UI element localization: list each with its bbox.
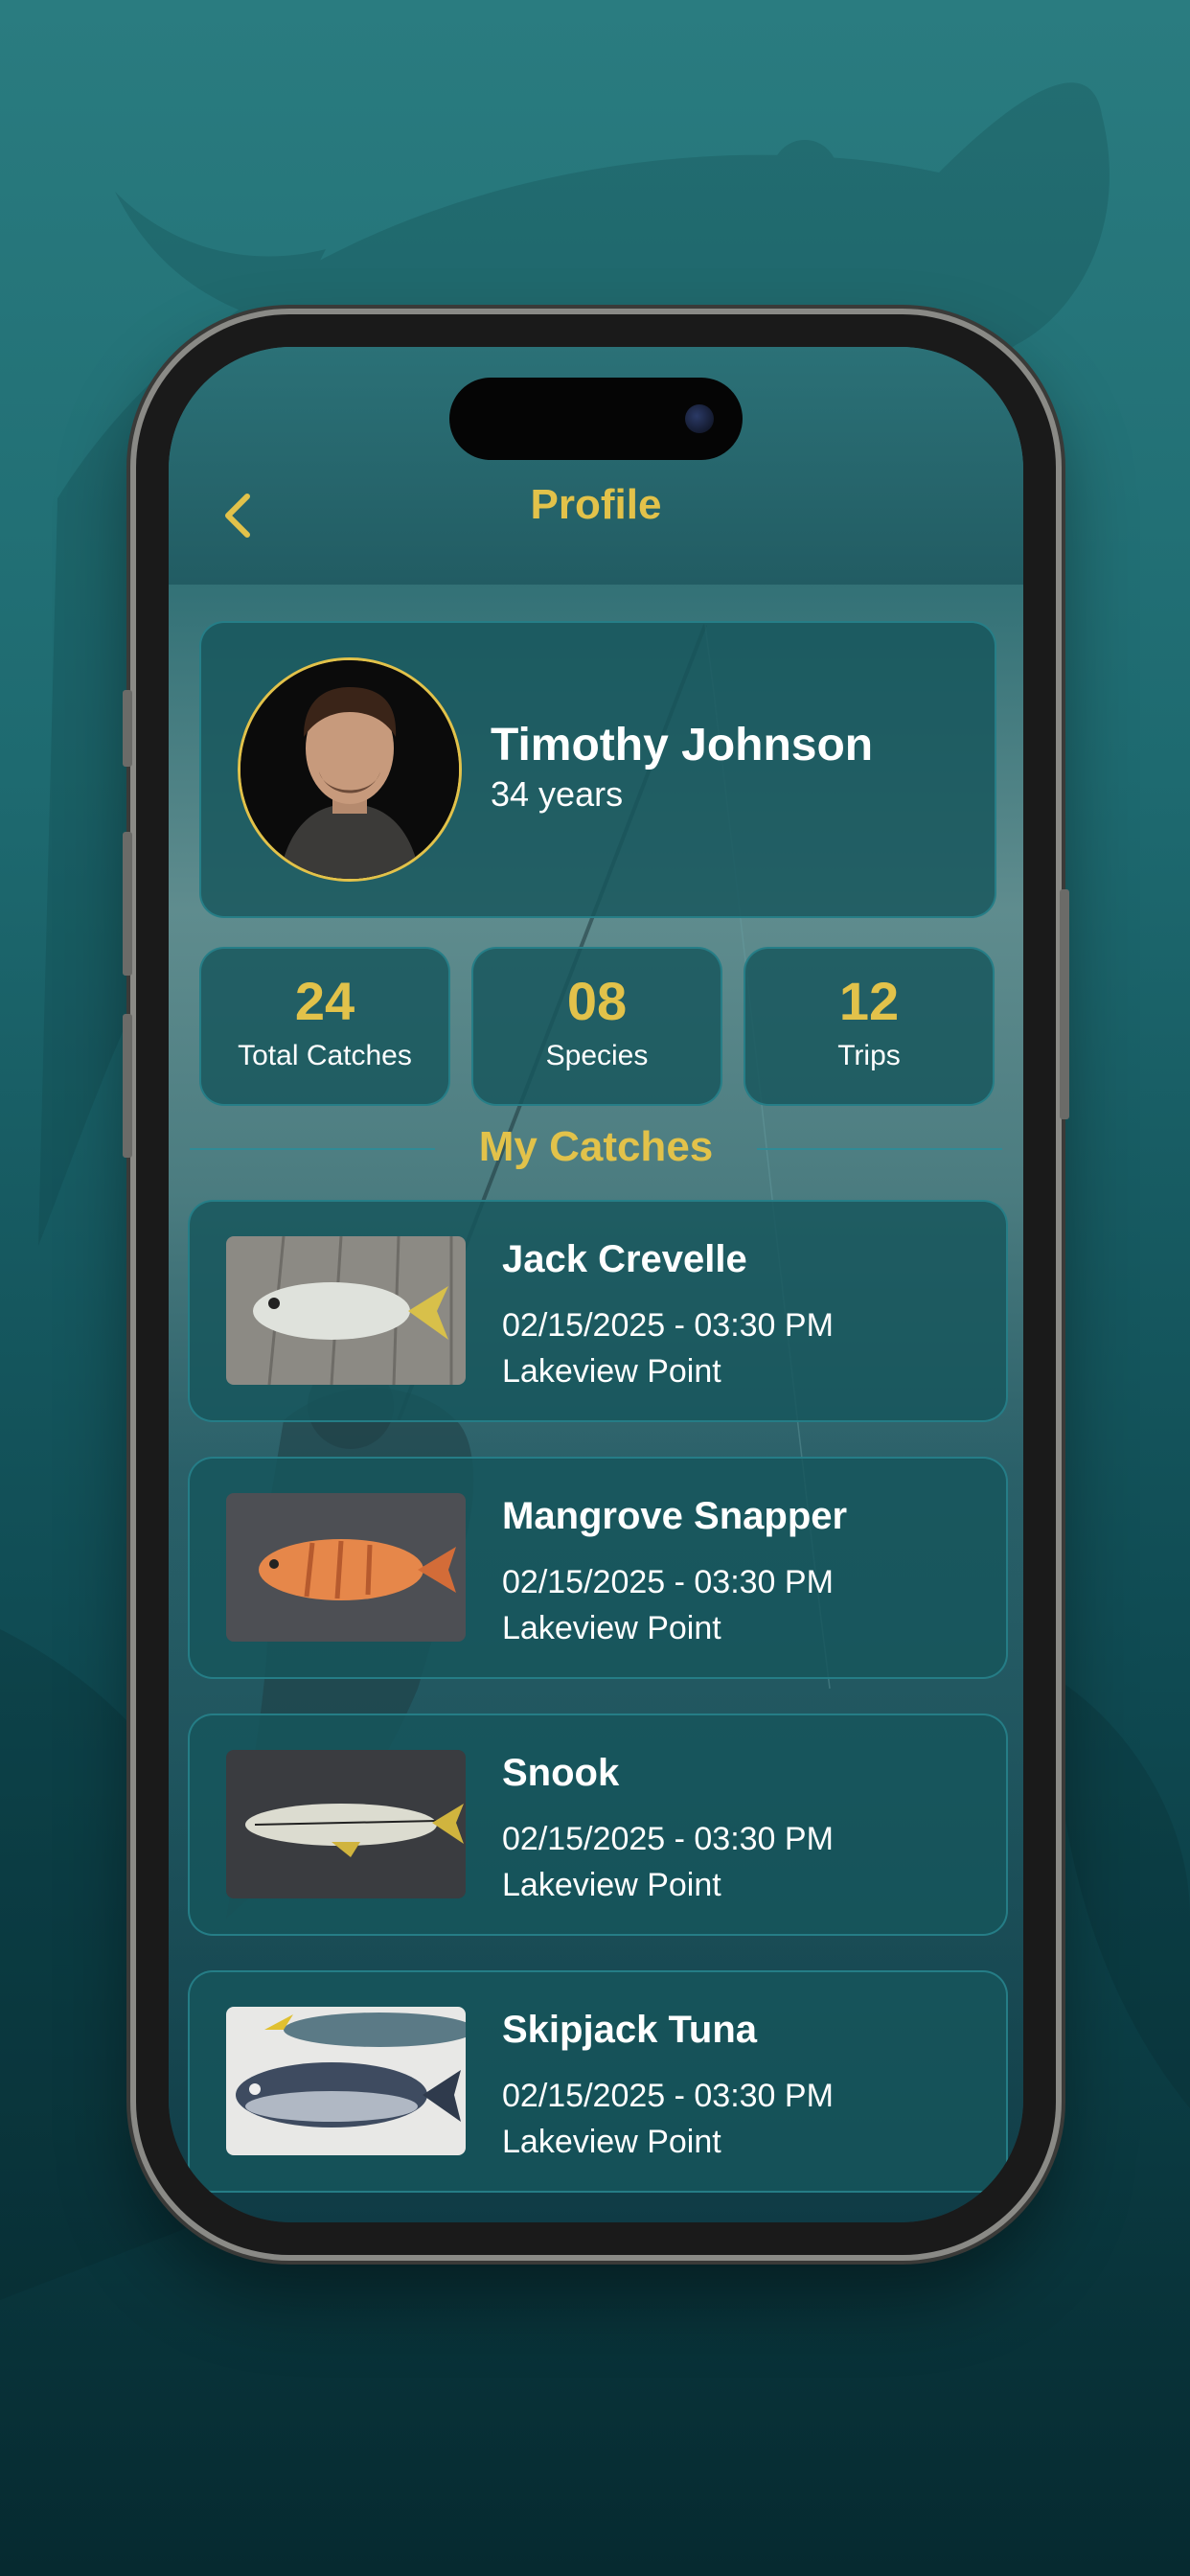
dynamic-island bbox=[449, 378, 743, 460]
stat-trips[interactable]: 12 Trips bbox=[744, 947, 995, 1106]
catch-card[interactable]: Skipjack Tuna 02/15/2025 - 03:30 PM Lake… bbox=[188, 1970, 1008, 2193]
catch-datetime: 02/15/2025 - 03:30 PM bbox=[502, 1307, 834, 1344]
catch-location: Lakeview Point bbox=[502, 1353, 721, 1390]
catch-name: Skipjack Tuna bbox=[502, 2009, 758, 2051]
divider-right bbox=[757, 1148, 1002, 1150]
power-button bbox=[1060, 889, 1069, 1119]
section-title: My Catches bbox=[478, 1123, 714, 1170]
catch-name: Jack Crevelle bbox=[502, 1238, 747, 1280]
stat-value: 08 bbox=[566, 971, 628, 1031]
catch-photo bbox=[226, 1493, 466, 1642]
profile-card: Timothy Johnson 34 years bbox=[199, 621, 996, 918]
catch-photo bbox=[226, 1236, 466, 1385]
catch-name: Mangrove Snapper bbox=[502, 1495, 848, 1537]
catch-card[interactable]: Jack Crevelle 02/15/2025 - 03:30 PM Lake… bbox=[188, 1200, 1008, 1422]
volume-up-button bbox=[123, 832, 132, 976]
catch-photo bbox=[226, 2007, 466, 2155]
front-camera bbox=[685, 404, 714, 433]
avatar bbox=[238, 657, 462, 882]
catch-photo bbox=[226, 1750, 466, 1898]
fish-photo-skipjack-tuna bbox=[226, 2007, 466, 2155]
stat-label: Trips bbox=[837, 1040, 901, 1071]
stat-total-catches[interactable]: 24 Total Catches bbox=[199, 947, 450, 1106]
catch-location: Lakeview Point bbox=[502, 1610, 721, 1646]
user-photo bbox=[240, 660, 459, 879]
silent-switch bbox=[123, 690, 132, 767]
stat-label: Species bbox=[545, 1040, 649, 1071]
catch-location: Lakeview Point bbox=[502, 2124, 721, 2160]
fish-photo-snook bbox=[226, 1750, 466, 1898]
catch-datetime: 02/15/2025 - 03:30 PM bbox=[502, 1564, 834, 1600]
catch-card[interactable]: Mangrove Snapper 02/15/2025 - 03:30 PM L… bbox=[188, 1457, 1008, 1679]
volume-down-button bbox=[123, 1014, 132, 1158]
catch-location: Lakeview Point bbox=[502, 1867, 721, 1903]
stat-value: 24 bbox=[294, 971, 355, 1031]
app-screen: Profile Timothy Johnson 34 years 24 Tota… bbox=[169, 347, 1023, 2222]
catch-datetime: 02/15/2025 - 03:30 PM bbox=[502, 2078, 834, 2114]
catch-name: Snook bbox=[502, 1752, 620, 1794]
stat-value: 12 bbox=[838, 971, 900, 1031]
stat-label: Total Catches bbox=[238, 1040, 412, 1071]
stat-species[interactable]: 08 Species bbox=[471, 947, 722, 1106]
phone-frame: Profile Timothy Johnson 34 years 24 Tota… bbox=[123, 314, 1069, 2255]
fish-photo-mangrove-snapper bbox=[226, 1493, 466, 1642]
profile-name: Timothy Johnson bbox=[491, 720, 874, 770]
fish-photo-jack-crevelle bbox=[226, 1236, 466, 1385]
profile-age: 34 years bbox=[491, 774, 624, 814]
catch-card[interactable]: Snook 02/15/2025 - 03:30 PM Lakeview Poi… bbox=[188, 1714, 1008, 1936]
page-title: Profile bbox=[530, 481, 662, 528]
catch-datetime: 02/15/2025 - 03:30 PM bbox=[502, 1821, 834, 1857]
section-header: My Catches bbox=[190, 1123, 1002, 1173]
